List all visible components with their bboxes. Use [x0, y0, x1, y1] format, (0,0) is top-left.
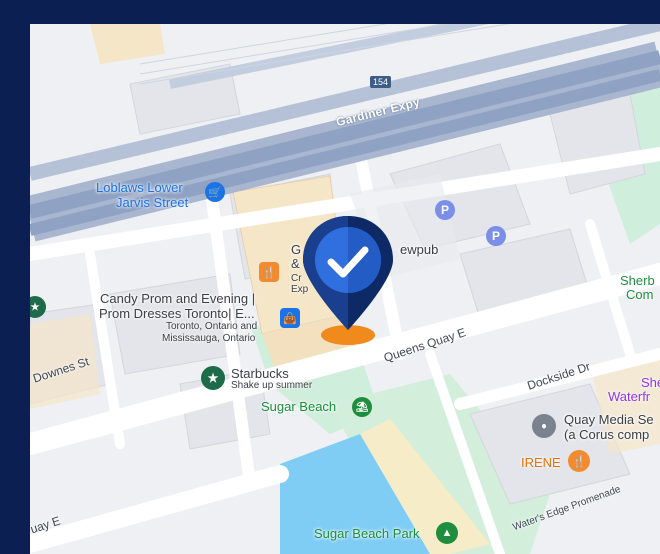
candy-prom-label-line1: Candy Prom and Evening |: [100, 291, 256, 306]
sugar-beach-park-label: Sugar Beach Park: [314, 526, 420, 541]
shopping-cart-icon[interactable]: 🛒: [205, 182, 225, 202]
map-view[interactable]: Gardiner Expy 154 Queens Quay E Dockside…: [30, 24, 660, 554]
starbucks-icon[interactable]: ★: [201, 366, 225, 390]
sugar-beach-label: Sugar Beach: [261, 399, 337, 414]
place-marker-icon[interactable]: ●: [532, 414, 556, 438]
selected-location-pin[interactable]: [293, 212, 403, 352]
route-154-shield: 154: [370, 76, 392, 88]
parking-icon[interactable]: P: [486, 226, 506, 246]
sherbourne-label-line2: Com: [626, 287, 654, 302]
sherbourne-label-line1: Sherb: [620, 273, 655, 288]
restaurant-icon[interactable]: 🍴: [568, 450, 590, 472]
irene-label: IRENE: [521, 455, 561, 470]
waterfront-label-line2: Waterfr: [608, 389, 651, 404]
starbucks-label: Starbucks: [231, 366, 289, 381]
restaurant-icon[interactable]: 🍴: [259, 262, 279, 282]
map-frame: Gardiner Expy 154 Queens Quay E Dockside…: [0, 0, 660, 554]
brewpub-partial-label: ewpub: [400, 242, 439, 257]
candy-prom-sub-line2: Mississauga, Ontario: [162, 333, 256, 344]
loblaws-label-line2: Jarvis Street: [116, 195, 189, 210]
candy-prom-label-line2: Prom Dresses Toronto| E...: [99, 306, 255, 321]
beach-icon[interactable]: ⛱: [352, 397, 372, 417]
park-tree-icon[interactable]: ▲: [436, 522, 458, 544]
loblaws-label-line1: Loblaws Lower: [96, 180, 183, 195]
candy-prom-sub-line1: Toronto, Ontario and: [166, 321, 258, 332]
parking-icon[interactable]: P: [435, 200, 455, 220]
waterfront-label-line1: She: [641, 375, 660, 390]
quay-media-label-line2: (a Corus comp: [564, 427, 650, 442]
quay-media-label-line1: Quay Media Se: [564, 412, 654, 427]
starbucks-sub-label: Shake up summer: [231, 380, 313, 391]
